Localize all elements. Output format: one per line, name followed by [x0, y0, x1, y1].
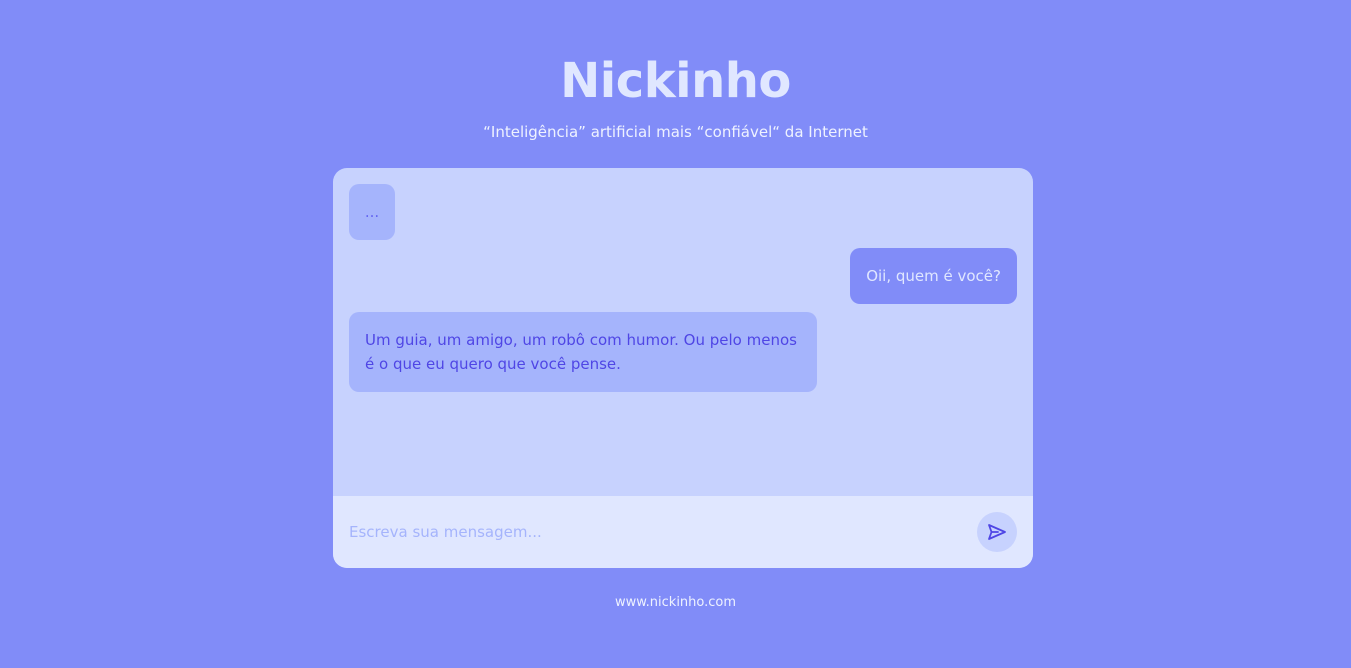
send-button[interactable] — [977, 512, 1017, 552]
chat-window: ... Oii, quem é você? Um guia, um amigo,… — [333, 168, 1033, 568]
send-icon — [988, 524, 1006, 540]
page-title: Nickinho — [560, 53, 791, 109]
footer-link[interactable]: www.nickinho.com — [0, 594, 1351, 612]
page-subtitle: “Inteligência” artificial mais “confiáve… — [483, 123, 868, 141]
typing-indicator: ... — [349, 184, 395, 240]
message-input[interactable] — [349, 520, 949, 544]
user-message: Oii, quem é você? — [850, 248, 1017, 304]
message-composer — [333, 496, 1033, 568]
message-list: ... Oii, quem é você? Um guia, um amigo,… — [333, 168, 1033, 496]
bot-message: Um guia, um amigo, um robô com humor. Ou… — [349, 312, 817, 392]
